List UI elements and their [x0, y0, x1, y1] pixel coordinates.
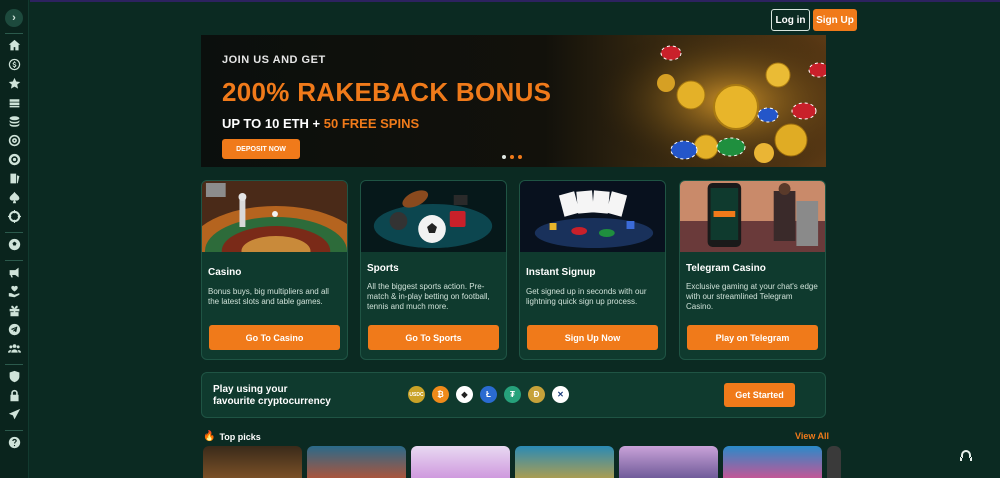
carousel-dot[interactable]	[510, 155, 514, 159]
home-icon[interactable]	[7, 39, 21, 53]
game-tile[interactable]	[203, 446, 302, 478]
game-tile[interactable]	[723, 446, 822, 478]
banner-coins-chips-image	[586, 35, 826, 167]
banner-subtitle-highlight: 50 FREE SPINS	[323, 116, 420, 131]
coin-stack-icon[interactable]	[7, 115, 21, 129]
cards-icon[interactable]	[7, 172, 21, 186]
ltc-icon: Ł	[480, 386, 497, 403]
game-tile[interactable]	[515, 446, 614, 478]
support-chat-icon[interactable]	[957, 447, 975, 465]
heart-hand-icon[interactable]	[7, 285, 21, 299]
card-description: Exclusive gaming at your chat's edge wit…	[686, 282, 818, 311]
go-to-casino-button[interactable]: Go To Casino	[209, 325, 340, 350]
sidebar: ›	[0, 0, 29, 478]
card-description: Get signed up in seconds with our lightn…	[526, 287, 647, 306]
top-picks-heading: 🔥 Top picks	[203, 431, 261, 442]
lock-icon[interactable]	[7, 389, 21, 403]
people-icon[interactable]	[7, 342, 21, 356]
game-tile[interactable]	[827, 446, 841, 478]
card-description: Bonus buys, big multipliers and all the …	[208, 287, 329, 306]
game-tile[interactable]	[307, 446, 406, 478]
play-on-telegram-button[interactable]: Play on Telegram	[687, 325, 818, 350]
signup-button[interactable]: Sign Up	[813, 9, 857, 31]
spade-icon[interactable]	[7, 191, 21, 205]
carousel-dots	[502, 155, 522, 159]
doge-icon: Ð	[528, 386, 545, 403]
crypto-coin-list: USDC ₿ ◆ Ł ₮ Ð ✕	[408, 386, 569, 403]
chip-icon[interactable]	[7, 153, 21, 167]
crypto-text-line2: favourite cryptocurrency	[213, 396, 331, 407]
star-icon[interactable]	[7, 77, 21, 91]
banner-subtitle: UP TO 10 ETH + 50 FREE SPINS	[222, 116, 419, 131]
sidebar-divider	[5, 232, 23, 233]
crypto-text-line1: Play using your	[213, 384, 288, 395]
promo-banner[interactable]: JOIN US AND GET 200% RAKEBACK BONUS UP T…	[201, 35, 826, 167]
instant-signup-card[interactable]: Instant Signup Get signed up in seconds …	[519, 180, 666, 360]
gift-icon[interactable]	[7, 304, 21, 318]
shield-icon[interactable]	[7, 370, 21, 384]
sports-balls-image	[361, 181, 506, 252]
telegram-casino-card[interactable]: Telegram Casino Exclusive gaming at your…	[679, 180, 826, 360]
roulette-icon[interactable]	[7, 210, 21, 224]
telegram-icon[interactable]	[7, 323, 21, 337]
deposit-now-button[interactable]: DEPOSIT NOW	[222, 139, 300, 159]
sign-up-now-button[interactable]: Sign Up Now	[527, 325, 658, 350]
banner-kicker: JOIN US AND GET	[222, 54, 326, 66]
target-icon[interactable]	[7, 134, 21, 148]
go-to-sports-button[interactable]: Go To Sports	[368, 325, 499, 350]
sidebar-toggle-chevron-icon[interactable]: ›	[5, 9, 23, 27]
sidebar-divider	[5, 430, 23, 431]
crypto-banner: Play using your favourite cryptocurrency…	[201, 372, 826, 418]
help-icon[interactable]	[7, 436, 21, 450]
banner-title: 200% RAKEBACK BONUS	[222, 77, 552, 107]
usdc-icon: USDC	[408, 386, 425, 403]
carousel-dot[interactable]	[502, 155, 506, 159]
eth-icon: ◆	[456, 386, 473, 403]
get-started-button[interactable]: Get Started	[724, 383, 795, 407]
megaphone-icon[interactable]	[7, 266, 21, 280]
view-all-link[interactable]: View All	[795, 431, 829, 441]
btc-icon: ₿	[432, 386, 449, 403]
cards-and-chips-image	[520, 181, 665, 252]
sports-card[interactable]: Sports All the biggest sports action. Pr…	[360, 180, 507, 360]
top-picks-title: Top picks	[219, 431, 261, 442]
card-title: Instant Signup	[526, 267, 596, 278]
card-title: Sports	[367, 263, 399, 274]
sidebar-divider	[5, 33, 23, 34]
top-bar: Log in Sign Up	[30, 0, 1000, 35]
card-title: Telegram Casino	[686, 263, 766, 274]
carousel-dot[interactable]	[518, 155, 522, 159]
telegram-phone-image	[680, 181, 825, 252]
game-tile[interactable]	[411, 446, 510, 478]
fire-icon: 🔥	[203, 431, 216, 442]
xrp-icon: ✕	[552, 386, 569, 403]
login-button[interactable]: Log in	[771, 9, 810, 31]
card-title: Casino	[208, 267, 242, 278]
usdt-icon: ₮	[504, 386, 521, 403]
sidebar-divider	[5, 260, 23, 261]
card-description: All the biggest sports action. Pre-match…	[367, 282, 490, 311]
banner-subtitle-prefix: UP TO 10 ETH +	[222, 116, 324, 131]
soccer-icon[interactable]	[7, 238, 21, 252]
casino-card[interactable]: Casino Bonus buys, big multipliers and a…	[201, 180, 348, 360]
money-stack-icon[interactable]	[7, 96, 21, 110]
casino-roulette-image	[202, 181, 347, 296]
crypto-text: Play using your favourite cryptocurrency	[213, 384, 343, 408]
dollar-icon[interactable]	[7, 58, 21, 72]
sidebar-divider	[5, 364, 23, 365]
game-tile[interactable]	[619, 446, 718, 478]
plane-icon[interactable]	[7, 408, 21, 422]
